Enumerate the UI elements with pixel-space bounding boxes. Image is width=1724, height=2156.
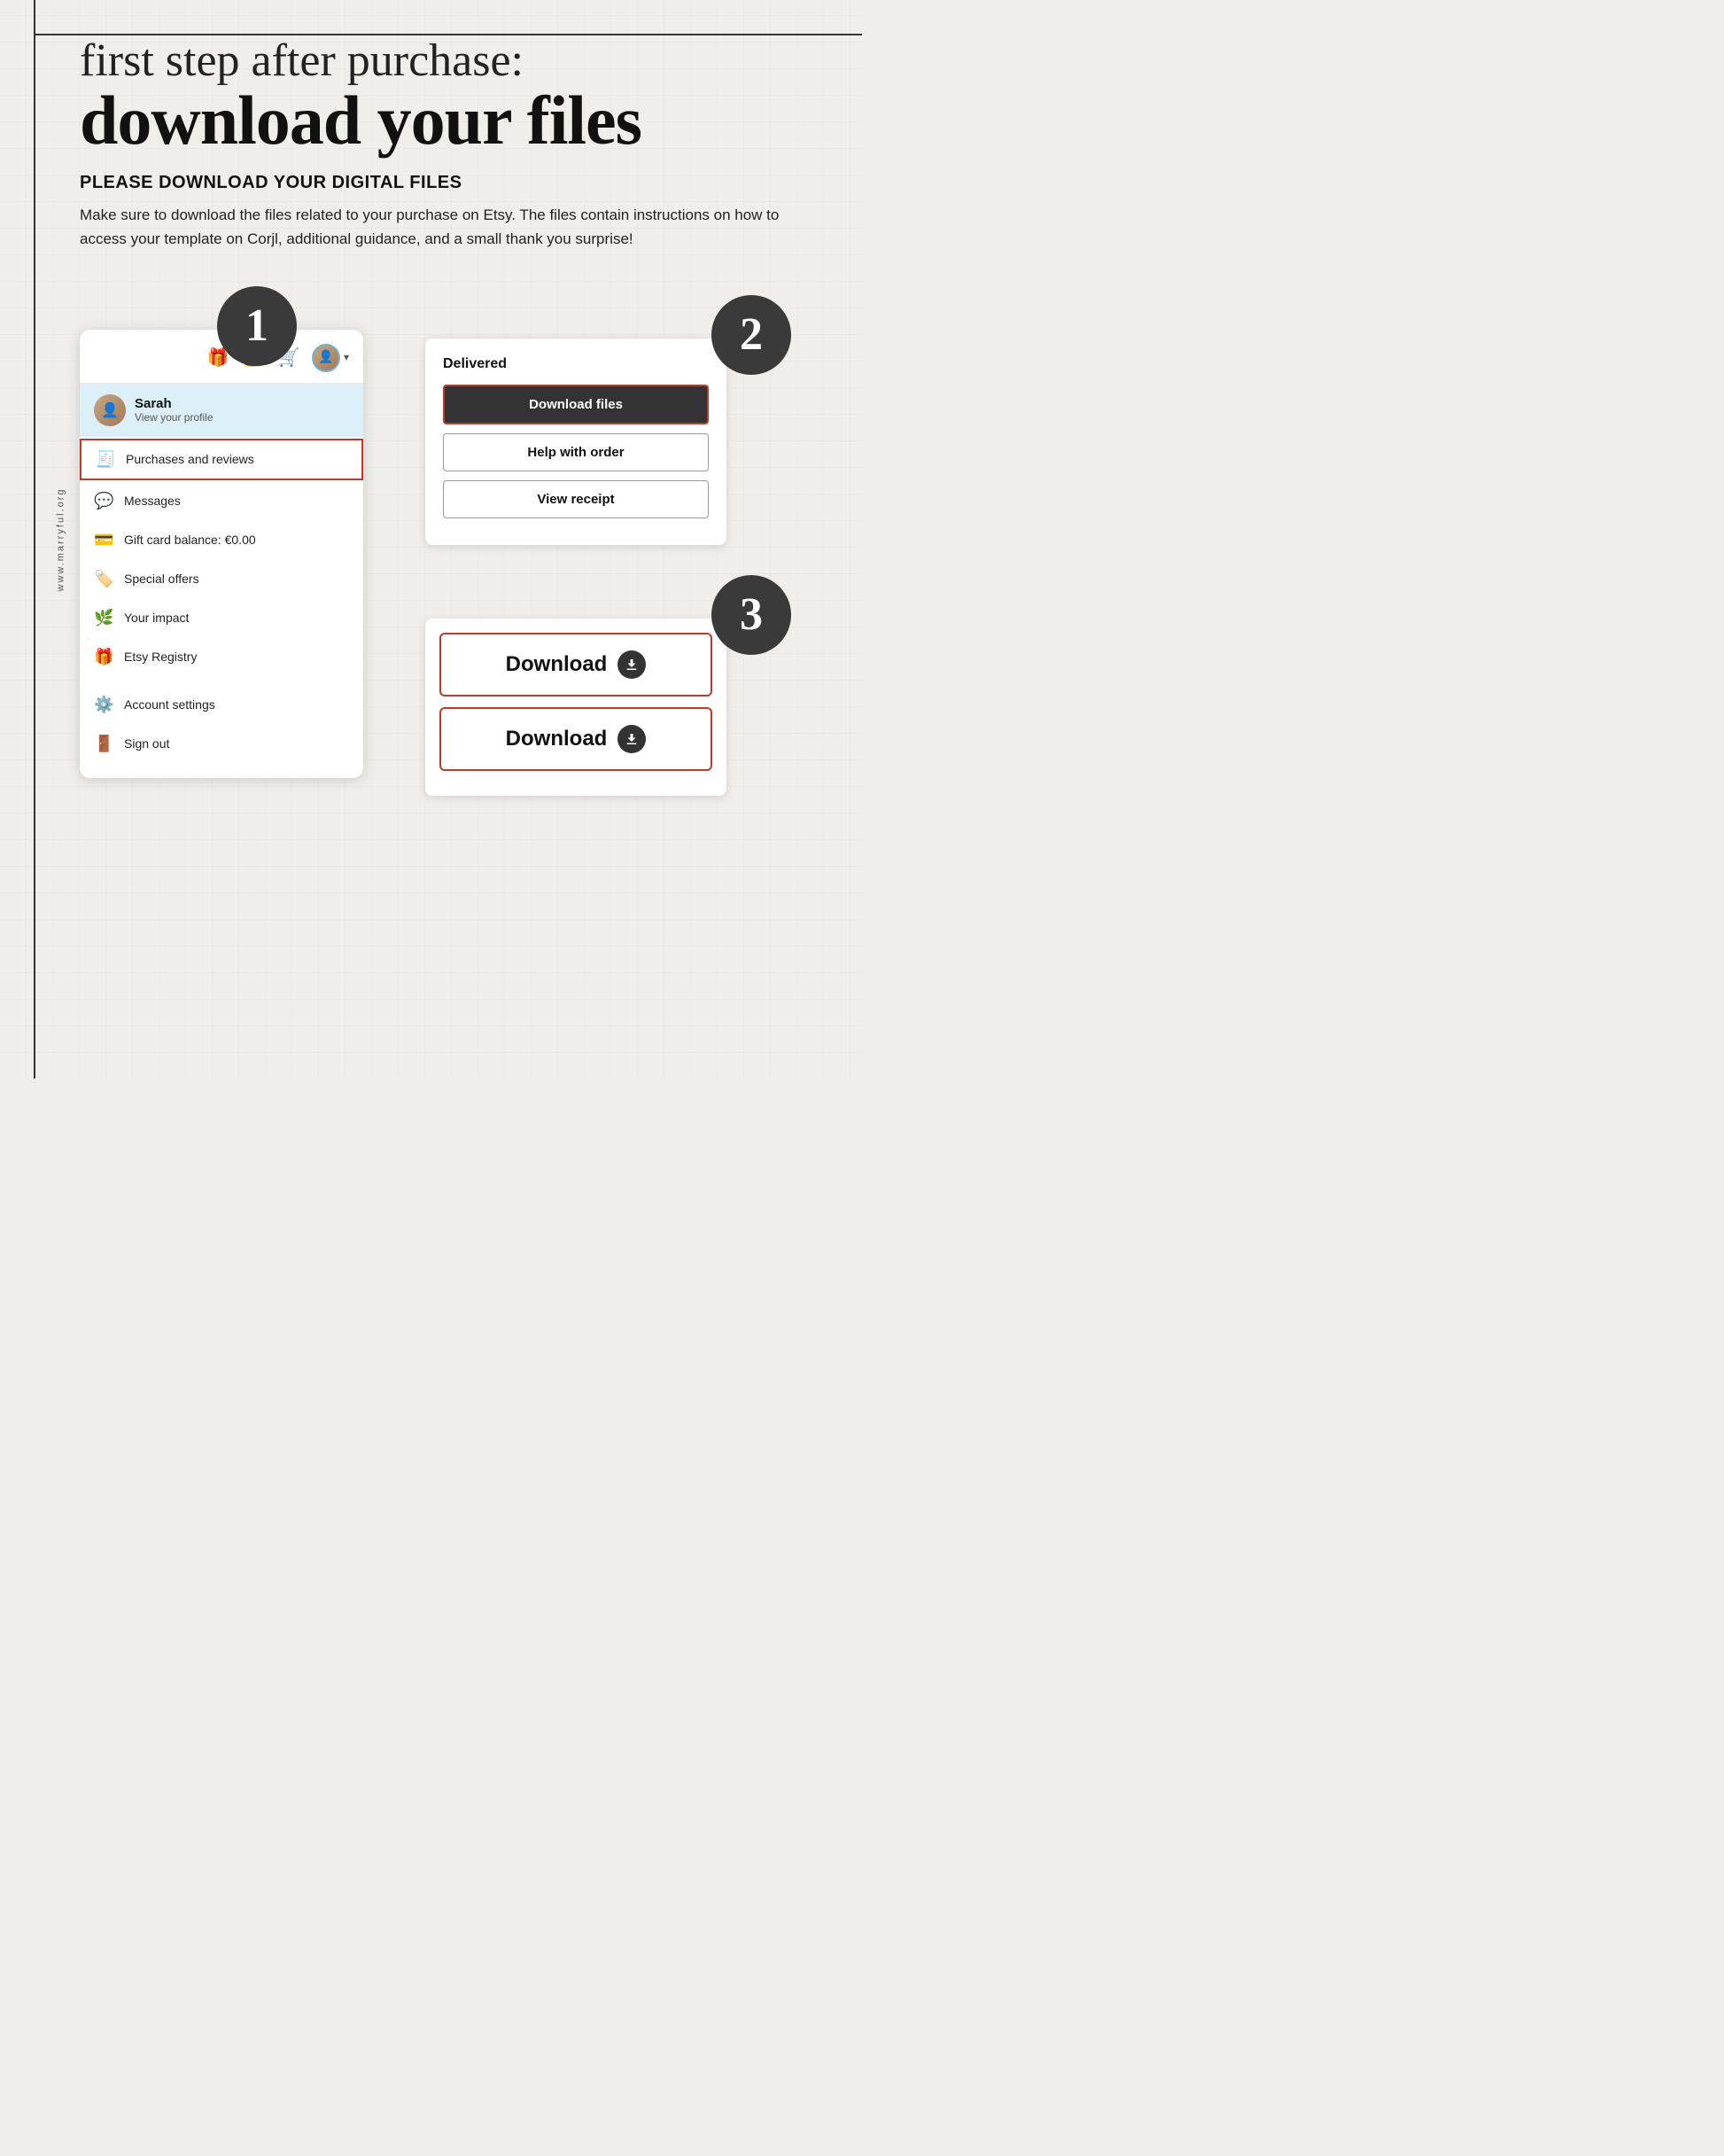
- order-button[interactable]: Download files: [443, 385, 709, 424]
- profile-info: Sarah View your profile: [135, 396, 214, 424]
- side-text: www.marryful.org: [55, 487, 66, 591]
- avatar-chevron: ▾: [344, 351, 349, 364]
- download-icon: [617, 725, 646, 753]
- etsy-panel: 🎁 🔔 50 🛒 👤 ▾ 👤 Sarah: [80, 330, 363, 778]
- download-label: Download: [506, 652, 608, 677]
- menu-label: Gift card balance: €0.00: [124, 533, 256, 547]
- profile-item[interactable]: 👤 Sarah View your profile: [80, 384, 363, 437]
- menu-label: Etsy Registry: [124, 650, 197, 664]
- download-label: Download: [506, 727, 608, 751]
- menu-icon: 🚪: [94, 735, 113, 753]
- menu-items-container: 🧾 Purchases and reviews 💬 Messages 💳 Gif…: [80, 439, 363, 764]
- bold-title: download your files: [80, 86, 809, 155]
- menu-label: Your impact: [124, 611, 189, 625]
- script-title: first step after purchase:: [80, 35, 809, 86]
- download-icon: [617, 650, 646, 679]
- download-button[interactable]: Download: [439, 633, 712, 697]
- step1-column: 1 🎁 🔔 50 🛒 👤 ▾: [80, 286, 399, 796]
- step2-circle: 2: [711, 295, 791, 375]
- top-border: [34, 34, 862, 35]
- menu-icon: 💬: [94, 492, 113, 510]
- profile-avatar: 👤: [94, 394, 126, 426]
- menu-item[interactable]: 🧾 Purchases and reviews: [80, 439, 363, 480]
- step1-circle: 1: [217, 286, 297, 366]
- menu-item[interactable]: 🚪 Sign out: [80, 725, 363, 764]
- menu-item[interactable]: ⚙️ Account settings: [80, 686, 363, 725]
- step3-block: 3 Download Download: [425, 566, 809, 796]
- order-button[interactable]: Help with order: [443, 433, 709, 471]
- menu-item[interactable]: 💬 Messages: [80, 482, 363, 521]
- menu-label: Special offers: [124, 572, 199, 586]
- menu-icon: ⚙️: [94, 696, 113, 714]
- menu-icon: 💳: [94, 531, 113, 549]
- delivered-label: Delivered: [443, 356, 709, 372]
- profile-sub: View your profile: [135, 411, 214, 424]
- header-section: first step after purchase: download your…: [80, 27, 809, 251]
- order-button[interactable]: View receipt: [443, 480, 709, 518]
- content-area: 1 🎁 🔔 50 🛒 👤 ▾: [80, 286, 809, 796]
- menu-item[interactable]: 🏷️ Special offers: [80, 560, 363, 599]
- menu-icon: 🌿: [94, 609, 113, 627]
- etsy-navbar: 🎁 🔔 50 🛒 👤 ▾: [80, 344, 363, 383]
- avatar: 👤: [312, 344, 340, 372]
- menu-item[interactable]: 🌿 Your impact: [80, 599, 363, 638]
- menu-label: Account settings: [124, 697, 215, 712]
- step2-block: 2 Delivered Download files Help with orde…: [425, 286, 809, 545]
- download-button[interactable]: Download: [439, 707, 712, 771]
- profile-name: Sarah: [135, 396, 214, 411]
- right-steps: 2 Delivered Download files Help with orde…: [425, 286, 809, 796]
- menu-label: Purchases and reviews: [126, 452, 254, 466]
- menu-item[interactable]: 💳 Gift card balance: €0.00: [80, 521, 363, 560]
- description: Make sure to download the files related …: [80, 204, 806, 251]
- left-border: [34, 0, 35, 1078]
- menu-item[interactable]: 🎁 Etsy Registry: [80, 638, 363, 677]
- order-buttons-container: Download files Help with order View receip…: [443, 385, 709, 518]
- subtitle: PLEASE DOWNLOAD YOUR DIGITAL FILES: [80, 173, 809, 193]
- download-panel: Download Download: [425, 619, 726, 796]
- menu-label: Messages: [124, 494, 181, 508]
- step3-circle: 3: [711, 575, 791, 655]
- menu-icon: 🎁: [94, 648, 113, 666]
- page-wrapper: www.marryful.org first step after purcha…: [0, 0, 862, 1078]
- menu-icon: 🏷️: [94, 570, 113, 588]
- menu-icon: 🧾: [96, 450, 115, 469]
- menu-label: Sign out: [124, 736, 169, 751]
- order-panel: Delivered Download files Help with order V…: [425, 339, 726, 545]
- download-buttons-container: Download Download: [439, 633, 712, 771]
- avatar-wrapper[interactable]: 👤 ▾: [312, 344, 349, 372]
